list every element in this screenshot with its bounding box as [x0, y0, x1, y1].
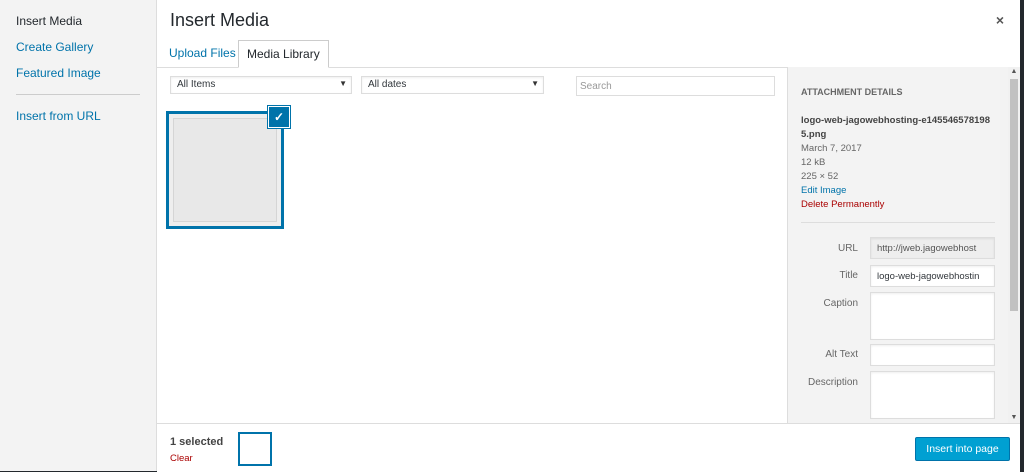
router-tabs: Upload Files Media Library: [157, 40, 1020, 68]
title-field[interactable]: [870, 265, 995, 287]
window-edge: [1020, 0, 1024, 471]
media-modal: Insert Media Create Gallery Featured Ima…: [0, 0, 1020, 472]
attachment-details-heading: ATTACHMENT DETAILS: [801, 87, 903, 97]
filter-type-value: All Items: [177, 79, 216, 90]
menu-item-create-gallery[interactable]: Create Gallery: [0, 34, 156, 60]
scrollbar-thumb[interactable]: [1010, 79, 1018, 311]
attachment-date: March 7, 2017: [801, 143, 862, 154]
thumbnail-image: [173, 118, 277, 222]
insert-into-page-button[interactable]: Insert into page: [915, 437, 1010, 461]
clear-selection-link[interactable]: Clear: [170, 453, 193, 464]
media-menu: Insert Media Create Gallery Featured Ima…: [0, 0, 157, 471]
modal-title: Insert Media: [170, 10, 270, 30]
selection-count: 1 selected: [170, 436, 224, 448]
media-footer: 1 selected Clear Insert into page: [157, 423, 1020, 472]
delete-permanently-link[interactable]: Delete Permanently: [801, 198, 996, 212]
attachment-filename: logo-web-jagowebhosting-e1455465781985.p…: [801, 115, 991, 140]
chevron-down-icon: ▼: [339, 79, 347, 88]
details-divider: [801, 222, 995, 223]
scroll-up-icon[interactable]: ▲: [1008, 67, 1020, 77]
menu-item-insert-media[interactable]: Insert Media: [0, 8, 156, 34]
url-field[interactable]: [870, 237, 995, 259]
alt-text-field[interactable]: [870, 344, 995, 366]
modal-title-bar: Insert Media ×: [157, 0, 1020, 40]
close-icon[interactable]: ×: [992, 12, 1008, 28]
filter-date-select[interactable]: All dates ▼: [361, 76, 544, 94]
tab-media-library[interactable]: Media Library: [238, 40, 329, 68]
description-field[interactable]: [870, 371, 995, 419]
attachment-size: 12 kB: [801, 157, 826, 168]
caption-label: Caption: [823, 298, 858, 309]
attachment-dimensions: 225 × 52: [801, 171, 839, 182]
checkmark-icon[interactable]: ✓: [268, 106, 290, 128]
search-input[interactable]: [576, 76, 775, 96]
selected-attachment-preview[interactable]: [238, 432, 272, 466]
chevron-down-icon: ▼: [531, 79, 539, 88]
menu-separator: [16, 94, 140, 95]
menu-item-insert-from-url[interactable]: Insert from URL: [0, 103, 156, 129]
description-label: Description: [807, 377, 858, 388]
filter-type-select[interactable]: All Items ▼: [170, 76, 352, 94]
alt-text-label: Alt Text: [825, 349, 858, 360]
tab-upload-files[interactable]: Upload Files: [161, 40, 244, 66]
title-label: Title: [839, 270, 858, 281]
attachment-info: logo-web-jagowebhosting-e1455465781985.p…: [801, 114, 996, 212]
media-toolbar: All Items ▼ All dates ▼: [157, 67, 787, 103]
attachment-thumbnail[interactable]: [166, 111, 284, 229]
caption-field[interactable]: [870, 292, 995, 340]
scroll-down-icon[interactable]: ▼: [1008, 413, 1020, 423]
sidebar-scrollbar[interactable]: ▲ ▼: [1008, 67, 1020, 423]
attachment-details-sidebar: ATTACHMENT DETAILS logo-web-jagowebhosti…: [787, 67, 1008, 423]
url-label: URL: [837, 243, 858, 254]
filter-date-value: All dates: [368, 79, 407, 90]
menu-item-featured-image[interactable]: Featured Image: [0, 60, 156, 86]
edit-image-link[interactable]: Edit Image: [801, 184, 996, 198]
